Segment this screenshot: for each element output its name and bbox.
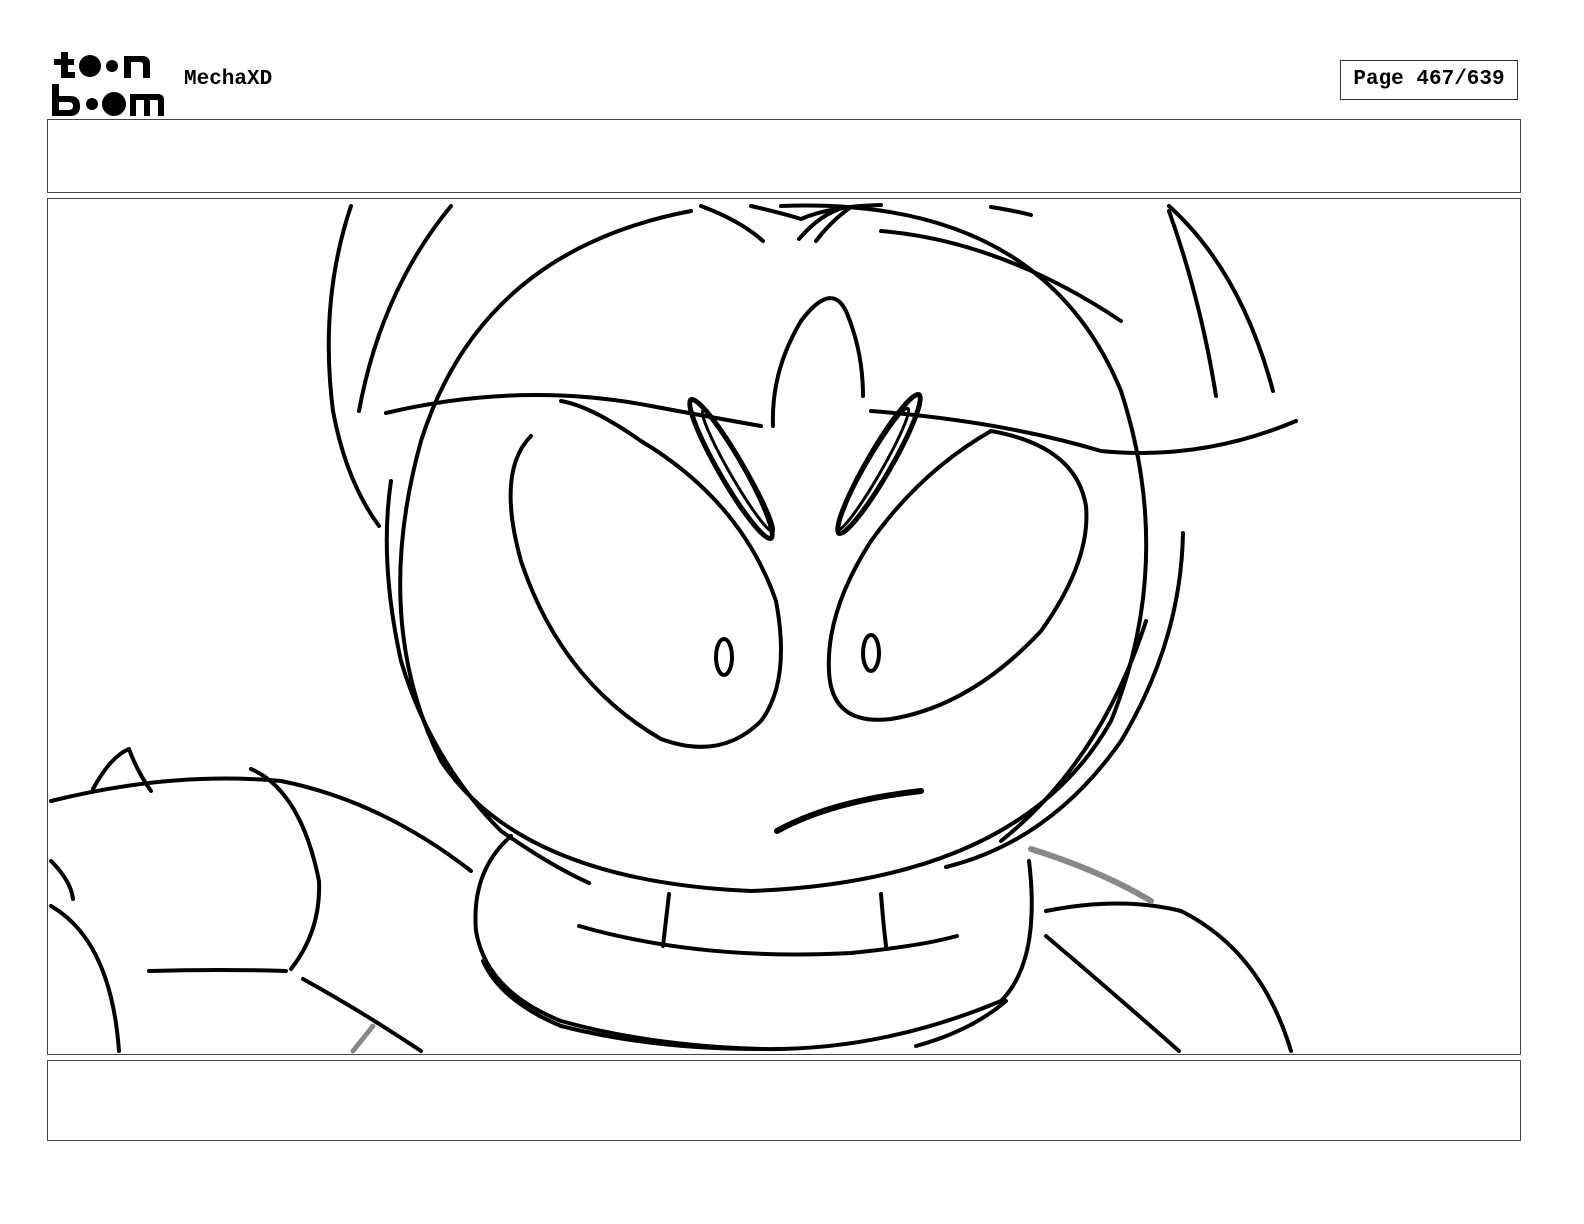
- action-notes-box[interactable]: [47, 119, 1521, 193]
- page-counter: Page 467/639: [1340, 60, 1518, 100]
- project-title: MechaXD: [184, 68, 273, 91]
- storyboard-panel-frame: [47, 198, 1521, 1055]
- dialogue-notes-box[interactable]: [47, 1060, 1521, 1141]
- toon-boom-logo: [52, 52, 164, 116]
- character-sketch: [49, 203, 1298, 1054]
